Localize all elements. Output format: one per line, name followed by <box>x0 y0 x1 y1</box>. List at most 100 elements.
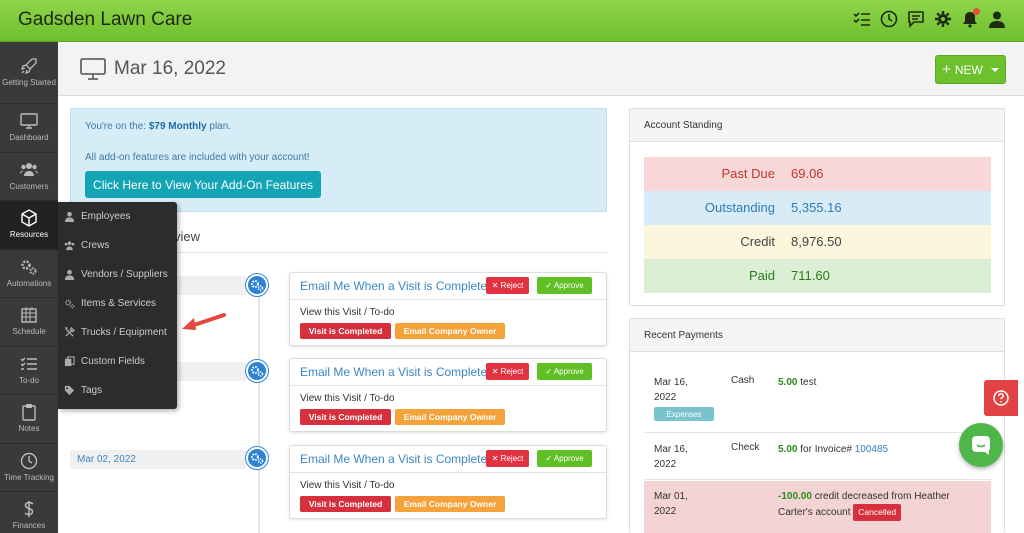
card-title-link[interactable]: Email Me When a Visit is Complete <box>300 365 487 379</box>
gears-icon <box>246 447 268 469</box>
status-badge: Visit is Completed <box>300 323 391 339</box>
plan-prefix: You're on the: <box>85 121 149 132</box>
dropdown-item-tags[interactable]: Tags <box>58 376 177 405</box>
payment-type: Cash <box>731 375 755 386</box>
payment-note: for Invoice# <box>800 444 852 455</box>
sidebar-item-dashboard[interactable]: Dashboard <box>0 104 58 153</box>
plus-icon: + <box>942 60 951 78</box>
sidebar-item-schedule[interactable]: Schedule <box>0 298 58 347</box>
user-icon[interactable] <box>988 10 1006 28</box>
standing-value: 8,976.50 <box>791 234 842 249</box>
payment-date: Mar 01, 2022 <box>654 491 688 517</box>
payment-description: -100.00 credit decreased from Heather Ca… <box>778 489 983 521</box>
sidebar-item-label: Finances <box>12 521 46 531</box>
reject-button[interactable]: ✕ Reject <box>486 450 529 467</box>
chat-icon[interactable] <box>907 10 925 28</box>
monitor-icon <box>20 113 38 129</box>
page-title: Mar 16, 2022 <box>114 58 226 79</box>
users-icon <box>20 162 38 176</box>
reject-button[interactable]: ✕ Reject <box>486 277 529 294</box>
dropdown-item-crews[interactable]: Crews <box>58 231 177 260</box>
payment-description: 5.00 test <box>778 375 983 390</box>
plan-suffix: plan. <box>206 121 232 132</box>
list-icon <box>20 357 37 370</box>
payment-note: test <box>800 377 817 388</box>
view-addons-button[interactable]: Click Here to View Your Add-On Features <box>85 171 321 198</box>
dropdown-item-items-services[interactable]: Items & Services <box>58 289 177 318</box>
dropdown-item-label: Custom Fields <box>81 356 145 367</box>
view-visit-link[interactable]: View this Visit / To-do <box>300 393 395 404</box>
action-badge: Email Company Owner <box>395 409 505 425</box>
dropdown-item-trucks-equipment[interactable]: Trucks / Equipment <box>58 318 177 347</box>
approve-button[interactable]: ✓ Approve <box>537 363 592 380</box>
sidebar: Getting Started Dashboard Customers Reso… <box>0 42 58 533</box>
plan-name: $79 Monthly <box>148 121 207 132</box>
card-title-link[interactable]: Email Me When a Visit is Complete <box>300 452 487 466</box>
card-header: Email Me When a Visit is Complete ✕ Reje… <box>290 446 606 473</box>
panel-title: Recent Payments <box>630 319 1004 352</box>
status-badge: Visit is Completed <box>300 409 391 425</box>
dropdown-item-label: Trucks / Equipment <box>81 327 167 338</box>
sidebar-item-finances[interactable]: Finances <box>0 492 58 533</box>
dropdown-item-vendors[interactable]: Vendors / Suppliers <box>58 260 177 289</box>
view-visit-link[interactable]: View this Visit / To-do <box>300 480 395 491</box>
overview-title: view <box>174 229 201 244</box>
user-icon <box>64 269 75 280</box>
sidebar-item-todo[interactable]: To-do <box>0 347 58 395</box>
dropdown-item-custom-fields[interactable]: Custom Fields <box>58 347 177 376</box>
standing-label: Outstanding <box>704 200 775 215</box>
standing-row: Paid 711.60 <box>644 259 991 293</box>
panel-title: Account Standing <box>630 109 1004 142</box>
timeline-date: Mar 02, 2022 <box>70 450 246 469</box>
bell-icon[interactable] <box>961 8 980 28</box>
checklist-icon[interactable] <box>853 10 871 28</box>
sidebar-item-label: Notes <box>18 424 40 434</box>
account-standing-panel: Account Standing Past Due 69.06 Outstandin… <box>629 108 1005 306</box>
help-button[interactable] <box>984 380 1018 416</box>
approve-button[interactable]: ✓ Approve <box>537 450 592 467</box>
payment-amount: -100.00 <box>778 491 812 502</box>
sidebar-item-label: Automations <box>6 278 52 288</box>
addons-note: All add-on features are included with yo… <box>85 152 310 163</box>
gear-icon[interactable] <box>934 10 952 28</box>
standing-label: Credit <box>740 234 775 249</box>
gears-icon <box>21 260 37 275</box>
standing-value: 711.60 <box>791 268 830 283</box>
users-icon <box>64 241 75 251</box>
standing-label: Past Due <box>721 166 775 181</box>
sidebar-item-getting-started[interactable]: Getting Started <box>0 42 58 104</box>
dropdown-item-label: Tags <box>81 385 103 396</box>
payment-amount: 5.00 <box>778 444 798 455</box>
tags-icon <box>64 385 75 396</box>
standing-row: Outstanding 5,355.16 <box>644 191 991 225</box>
gears-icon <box>246 360 268 382</box>
reject-button[interactable]: ✕ Reject <box>486 363 529 380</box>
payment-type: Check <box>731 442 760 453</box>
chat-launcher-button[interactable] <box>959 423 1003 467</box>
sidebar-item-customers[interactable]: Customers <box>0 153 58 201</box>
sidebar-item-resources[interactable]: Resources <box>0 201 58 250</box>
sidebar-item-label: Time Tracking <box>4 472 54 482</box>
payment-row[interactable]: Mar 01, 2022 -100.00 credit decreased fr… <box>644 481 991 533</box>
recent-payments-panel: Recent Payments Mar 16, 2022 Cash 5.00 t… <box>629 318 1005 533</box>
top-icons <box>853 8 1006 28</box>
view-visit-link[interactable]: View this Visit / To-do <box>300 307 395 318</box>
approve-button[interactable]: ✓ Approve <box>537 277 592 294</box>
dropdown-item-employees[interactable]: Employees <box>58 202 177 231</box>
card-title-link[interactable]: Email Me When a Visit is Complete <box>300 279 487 293</box>
dropdown-item-label: Crews <box>81 240 110 251</box>
standing-label: Paid <box>748 268 775 283</box>
standing-row: Credit 8,976.50 <box>644 225 991 259</box>
page-header: Mar 16, 2022 + NEW <box>58 42 1024 96</box>
app-title[interactable]: Gadsden Lawn Care <box>18 9 192 31</box>
user-icon <box>64 211 75 222</box>
new-button[interactable]: + NEW <box>935 55 1006 84</box>
sidebar-item-automations[interactable]: Automations <box>0 250 58 298</box>
invoice-link[interactable]: 100485 <box>855 444 888 455</box>
payment-row[interactable]: Mar 16, 2022 Cash 5.00 test Expenses <box>644 367 991 433</box>
sidebar-item-notes[interactable]: Notes <box>0 395 58 444</box>
clock-icon[interactable] <box>880 10 898 28</box>
sidebar-item-time-tracking[interactable]: Time Tracking <box>0 444 58 492</box>
payment-row[interactable]: Mar 16, 2022 Check 5.00 for Invoice# 100… <box>644 434 991 480</box>
question-icon <box>993 390 1009 406</box>
